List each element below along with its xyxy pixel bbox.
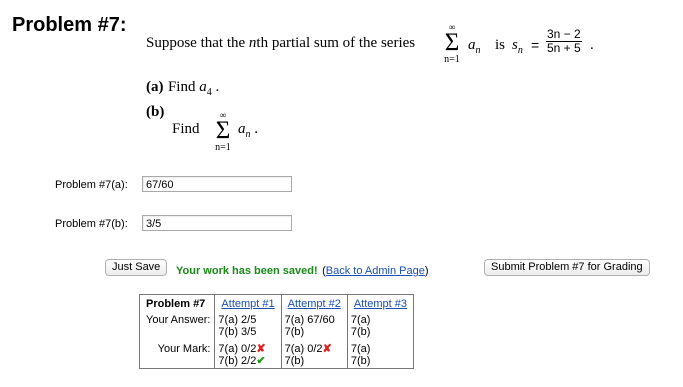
attempt-1-link[interactable]: Attempt #1 [221,298,274,310]
attempt-2-link[interactable]: Attempt #2 [288,298,341,310]
part-b-term: an . [238,121,258,140]
saved-message: Your work has been saved! [176,265,318,277]
sum-term: an [468,37,481,56]
just-save-button[interactable]: Just Save [105,259,168,276]
attempt-2-mark-a-text: 7(a) 0/2 [284,343,323,355]
part-a-label: (a) [146,79,164,95]
part-a-var: a [199,79,207,95]
statement-before: Suppose that the [146,35,249,51]
statement-period: . [590,37,594,53]
sigma-bottom: n=1 [444,54,460,65]
problem-title: Problem #7: [12,14,127,36]
attempt-3-answer-a: 7(a) [350,314,371,326]
your-mark-row: Your Mark: 7(a) 0/2✘ 7(b) 2/2✔ 7(a) 0/2✘… [140,339,414,369]
sn-fraction: 3n − 2 5n + 5 [546,28,582,55]
answer-b-input[interactable]: 3/5 [142,215,292,231]
correct-check-icon: ✔ [256,355,266,367]
is-word: is [495,37,506,53]
sum-term-sub: n [475,45,481,56]
part-a: (a) Find a4 . [146,79,220,99]
attempt-3-mark-b: 7(b) [350,355,371,367]
attempt-3-answer-b: 7(b) [350,326,371,338]
attempt-1-answer-a: 7(a) 2/5 [218,314,257,326]
attempt-2-answer: 7(a) 67/60 7(b) [280,313,348,339]
saved-message-row: Your work has been saved! (Back to Admin… [176,261,428,279]
attempt-2-mark-a: 7(a) 0/2✘ [285,343,341,355]
answer-a-label: Problem #7(a): [55,179,128,191]
attempt-3-mark: 7(a) 7(b) [346,339,414,369]
attempt-3-mark-a: 7(a) [350,343,371,355]
back-to-admin-link[interactable]: Back to Admin Page [326,265,425,277]
attempts-header: Problem #7 [146,298,206,310]
attempt-1-mark-b-text: 7(b) 2/2 [218,355,257,367]
your-answer-row: Your Answer: 7(a) 2/5 7(b) 3/5 7(a) 67/6… [140,313,414,339]
attempts-table: Problem #7 Attempt #1 Attempt #2 Attempt… [139,294,415,369]
statement-middle: th partial sum of the series [256,35,416,51]
fraction-denominator: 5n + 5 [547,41,581,55]
wrong-x-icon: ✘ [322,343,332,355]
sn-sub: n [517,45,523,56]
attempt-2-mark: 7(a) 0/2✘ 7(b) [280,339,348,369]
attempt-2-header: Attempt #2 [280,294,348,313]
attempt-3-answer: 7(a) 7(b) [346,313,414,339]
part-b-sigma-bottom: n=1 [215,142,231,153]
attempt-1-answer: 7(a) 2/5 7(b) 3/5 [214,313,282,339]
attempt-1-header: Attempt #1 [214,294,282,313]
attempt-3-link[interactable]: Attempt #3 [354,298,407,310]
answer-a-input[interactable]: 67/60 [142,176,292,192]
sn-symbol: sn [512,37,523,56]
attempt-2-answer-a: 7(a) 67/60 [284,314,335,326]
part-b-label: (b) [146,104,165,120]
attempt-1-mark-a: 7(a) 0/2✘ [218,343,274,355]
part-b-sigma-symbol: Σ [215,117,231,144]
attempt-1-answer-b: 7(b) 3/5 [218,326,257,338]
problem-statement: Suppose that the nth partial sum of the … [146,35,415,52]
attempt-2-mark-b: 7(b) [284,355,305,367]
part-b-text: Find [172,121,200,137]
part-a-text: Find [167,79,200,95]
fraction-numerator: 3n − 2 [546,27,582,42]
equals-sign: = [531,37,540,53]
your-mark-label: Your Mark: [157,343,211,355]
series-sigma: ∞ Σ n=1 [440,23,464,66]
answer-b-label: Problem #7(b): [55,218,128,230]
paren-close: ) [424,265,429,277]
attempt-2-answer-b: 7(b) [284,326,305,338]
wrong-x-icon: ✘ [256,343,266,355]
sigma-symbol: Σ [444,29,460,56]
attempt-1-mark: 7(a) 0/2✘ 7(b) 2/2✔ [214,339,282,369]
your-answer-label: Your Answer: [146,314,211,326]
part-b-sigma: ∞ Σ n=1 [211,111,235,154]
attempts-header-row: Problem #7 Attempt #1 Attempt #2 Attempt… [140,294,414,313]
part-b-term-var: a [238,121,246,137]
attempt-1-mark-b: 7(b) 2/2✔ [218,355,274,367]
submit-for-grading-button[interactable]: Submit Problem #7 for Grading [484,259,650,276]
attempt-3-header: Attempt #3 [346,294,414,313]
attempt-1-mark-a-text: 7(a) 0/2 [218,343,257,355]
sum-term-var: a [468,37,476,53]
